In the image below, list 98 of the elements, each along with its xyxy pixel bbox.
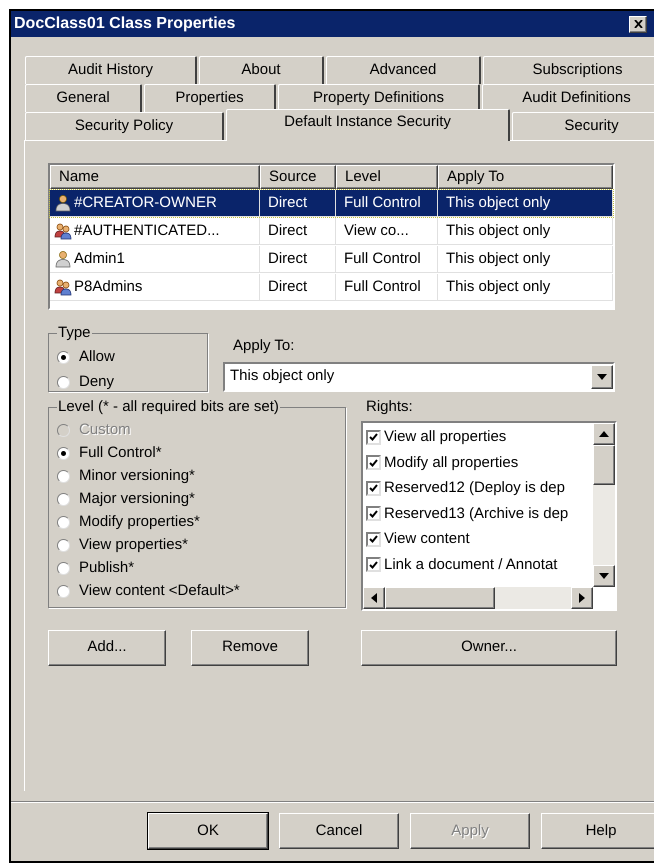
radio-label: View content <Default>* (79, 580, 240, 601)
radio-label: Allow (79, 346, 115, 367)
scroll-thumb[interactable] (593, 444, 615, 484)
tab[interactable]: Audit History (25, 56, 197, 84)
checkmark-icon (369, 433, 378, 442)
group-title: Type (57, 323, 92, 343)
table-cell-text: Full Control (344, 192, 421, 213)
right-label: Reserved12 (Deploy is dep (384, 478, 565, 498)
checkmark-icon (369, 535, 378, 544)
scroll-left-icon (371, 592, 377, 602)
table-cell-text: Direct (268, 276, 308, 297)
tab[interactable]: Properties (144, 84, 276, 112)
table-row[interactable]: P8Admins Direct Full Control This object only (50, 274, 613, 301)
radio-button[interactable] (57, 376, 70, 388)
tab[interactable]: About (199, 56, 324, 84)
group-title: Level (* - all required bits are set) (57, 397, 280, 417)
right-label: View all properties (384, 427, 506, 447)
radio-label: Major versioning* (79, 488, 195, 509)
right-label: Reserved13 (Archive is dep (384, 504, 568, 524)
radio-button[interactable] (57, 538, 70, 552)
radio-button[interactable] (57, 492, 70, 506)
radio-button[interactable] (57, 584, 70, 598)
horizontal-scrollbar[interactable] (363, 586, 593, 608)
table-cell-text: This object only (446, 248, 550, 269)
vertical-scrollbar[interactable] (593, 422, 615, 586)
dialog-button[interactable]: Help (541, 813, 654, 849)
checkmark-icon (369, 484, 378, 492)
close-icon (634, 20, 642, 28)
column-header[interactable]: Name (50, 165, 260, 189)
radio-label: Modify properties* (79, 512, 200, 532)
table-row[interactable]: Admin1 Direct Full Control This object only (50, 246, 613, 273)
right-label: Modify all properties (384, 452, 518, 472)
checkbox[interactable] (366, 557, 381, 572)
radio-button[interactable] (57, 446, 70, 460)
column-header[interactable]: Source (260, 165, 336, 189)
table-cell-text: Full Control (344, 276, 421, 297)
tab[interactable]: Security Policy (25, 112, 224, 140)
rights-label: Rights: (366, 397, 414, 417)
table-row[interactable]: #AUTHENTICATED... Direct View co... This object only (50, 218, 613, 245)
table-cell-text: This object only (446, 192, 550, 213)
radio-label: Publish* (79, 558, 134, 578)
scroll-thumb[interactable] (385, 586, 495, 608)
scroll-down-icon (599, 572, 609, 578)
radio-label: Deny (79, 372, 114, 392)
table-cell-text: #AUTHENTICATED... (74, 220, 220, 241)
owner-button[interactable]: Owner... (361, 630, 617, 666)
checkbox[interactable] (366, 506, 381, 522)
radio-label: View properties* (79, 534, 188, 555)
radio-button[interactable] (57, 516, 70, 528)
user-icon (54, 250, 72, 268)
window-title: DocClass01 Class Properties (14, 14, 236, 34)
column-header[interactable]: Apply To (438, 165, 613, 189)
group-icon (54, 278, 72, 296)
user-icon (54, 194, 72, 212)
radio-label: Custom (79, 420, 131, 440)
checkbox[interactable] (366, 430, 381, 445)
checkmark-icon (369, 510, 378, 518)
radio-button[interactable] (57, 562, 70, 574)
dialog-button[interactable]: Cancel (279, 813, 399, 849)
table-cell-text: P8Admins (74, 276, 142, 297)
scroll-up-icon (599, 430, 609, 436)
add-button[interactable]: Add... (48, 630, 166, 666)
table-cell-text: Full Control (344, 248, 421, 269)
dropdown-arrow-icon (597, 374, 607, 380)
scroll-right-icon (579, 592, 585, 602)
radio-button[interactable] (57, 470, 70, 482)
dialog-button[interactable]: OK (148, 813, 268, 849)
table-cell-text: This object only (446, 220, 550, 241)
table-cell-text: Direct (268, 192, 308, 213)
apply-to-label: Apply To: (233, 336, 296, 356)
tab[interactable]: Audit Definitions (482, 84, 654, 112)
table-cell-text: Admin1 (74, 248, 125, 269)
table-cell-text: View co... (344, 220, 409, 241)
checkmark-icon (369, 458, 378, 467)
radio-button[interactable] (57, 350, 70, 364)
right-label: View content (384, 529, 470, 549)
table-row[interactable]: #CREATOR-OWNER Direct Full Control This object only (50, 190, 613, 217)
radio-label: Full Control* (79, 442, 162, 463)
table-cell-text: #CREATOR-OWNER (74, 192, 217, 213)
apply-to-dropdown[interactable]: This object only (223, 362, 615, 392)
table-cell-text: Direct (268, 248, 308, 269)
checkmark-icon (369, 560, 378, 569)
tab[interactable]: Advanced (326, 56, 481, 84)
right-label: Link a document / Annotat (384, 554, 558, 574)
close-button[interactable] (629, 16, 647, 32)
radio-label: Minor versioning* (79, 466, 195, 486)
checkbox[interactable] (366, 532, 381, 547)
column-header[interactable]: Level (336, 165, 438, 189)
group-icon (54, 222, 72, 240)
tab[interactable]: General (25, 84, 142, 112)
tab[interactable]: Subscriptions (483, 56, 654, 84)
remove-button[interactable]: Remove (191, 630, 309, 666)
checkbox[interactable] (366, 480, 381, 496)
table-cell-text: This object only (446, 276, 550, 297)
tab[interactable]: Default Instance Security (226, 109, 510, 141)
table-cell-text: Direct (268, 220, 308, 241)
checkbox[interactable] (366, 455, 381, 470)
tab[interactable]: Security (512, 112, 654, 140)
